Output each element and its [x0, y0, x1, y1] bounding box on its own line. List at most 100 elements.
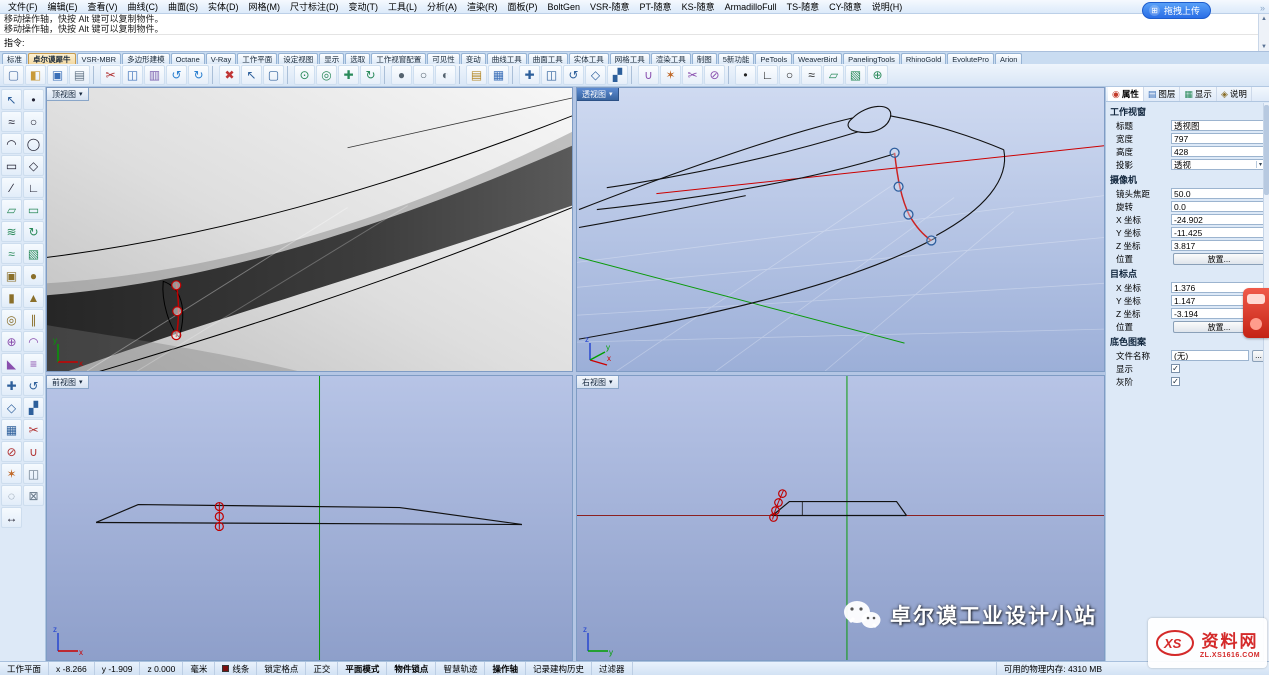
- cplane-button[interactable]: 工作平面: [0, 662, 49, 675]
- menu-item-15[interactable]: PT-随意: [635, 0, 677, 13]
- ribbon-tab-22[interactable]: PanelingTools: [843, 53, 900, 64]
- wallpaper-filename-field[interactable]: (无): [1171, 350, 1249, 361]
- units-indicator[interactable]: 毫米: [183, 662, 215, 675]
- scale-tool-icon[interactable]: ◇: [1, 397, 22, 418]
- redo-icon[interactable]: ↻: [188, 65, 209, 85]
- dimension-tool-icon[interactable]: ↔: [1, 507, 22, 528]
- planar-toggle[interactable]: 平面模式: [338, 662, 387, 675]
- array-tool-icon[interactable]: ▦: [1, 419, 22, 440]
- menu-item-16[interactable]: KS-随意: [677, 0, 720, 13]
- osnap-toggle[interactable]: 物件锁点: [387, 662, 436, 675]
- cut-icon[interactable]: ✂: [100, 65, 121, 85]
- camera-y-field[interactable]: -11.425: [1171, 227, 1265, 238]
- ribbon-tab-13[interactable]: 曲线工具: [487, 53, 527, 64]
- sphere-tool-icon[interactable]: ●: [23, 265, 44, 286]
- ribbon-tab-20[interactable]: PeTools: [755, 53, 792, 64]
- panel-scrollbar[interactable]: [1263, 103, 1269, 661]
- move-tool-icon[interactable]: ✚: [1, 375, 22, 396]
- ribbon-tab-8[interactable]: 显示: [319, 53, 344, 64]
- projection-select[interactable]: 透视▾: [1171, 159, 1265, 170]
- smarttrack-toggle[interactable]: 智慧轨迹: [436, 662, 485, 675]
- revolve-tool-icon[interactable]: ↻: [23, 221, 44, 242]
- ribbon-tab-16[interactable]: 网格工具: [610, 53, 650, 64]
- menu-item-7[interactable]: 尺寸标注(D): [285, 0, 344, 13]
- loft-tool-icon[interactable]: ≋: [1, 221, 22, 242]
- rotate-object-icon[interactable]: ↺: [563, 65, 584, 85]
- grid-snap-toggle[interactable]: 锁定格点: [257, 662, 306, 675]
- boolean-tool-icon[interactable]: ⊕: [1, 331, 22, 352]
- offset-tool-icon[interactable]: ≡: [23, 353, 44, 374]
- menu-item-9[interactable]: 工具(L): [383, 0, 422, 13]
- select-objects-icon[interactable]: ↖: [241, 65, 262, 85]
- shaded-display-icon[interactable]: ●: [391, 65, 412, 85]
- torus-tool-icon[interactable]: ◎: [1, 309, 22, 330]
- plane-tool-icon[interactable]: ▭: [23, 199, 44, 220]
- filter-toggle[interactable]: 过滤器: [592, 662, 633, 675]
- ribbon-tab-4[interactable]: Octane: [171, 53, 205, 64]
- menu-item-4[interactable]: 曲面(S): [163, 0, 203, 13]
- paste-icon[interactable]: ▥: [144, 65, 165, 85]
- pipe-tool-icon[interactable]: ∥: [23, 309, 44, 330]
- viewport-canvas-front[interactable]: [47, 376, 572, 660]
- extrude-tool-icon[interactable]: ▧: [23, 243, 44, 264]
- mirror-tool-icon[interactable]: ▞: [23, 397, 44, 418]
- zoom-extents-icon[interactable]: ⊙: [294, 65, 315, 85]
- menu-overflow-icon[interactable]: »: [1260, 3, 1265, 13]
- ribbon-tab-3[interactable]: 多边形建模: [122, 53, 170, 64]
- ribbon-tab-25[interactable]: Arion: [995, 53, 1023, 64]
- extrude-tool-icon[interactable]: ▧: [845, 65, 866, 85]
- viewport-right[interactable]: 右视图 ▾ z y: [576, 375, 1105, 661]
- box-tool-icon[interactable]: ▣: [1, 265, 22, 286]
- properties-panel-icon[interactable]: ▦: [488, 65, 509, 85]
- memory-indicator[interactable]: 可用的物理内存: 4310 MB: [996, 662, 1109, 675]
- viewport-perspective[interactable]: 透视图 ▾ z x y: [576, 87, 1105, 372]
- ribbon-tab-11[interactable]: 可见性: [427, 53, 460, 64]
- ribbon-tab-9[interactable]: 选取: [345, 53, 370, 64]
- viewport-splitter-horizontal[interactable]: [46, 372, 1105, 375]
- lock-tool-icon[interactable]: ⊠: [23, 485, 44, 506]
- viewport-top[interactable]: 顶视图 ▾ y x: [46, 87, 573, 372]
- lens-length-field[interactable]: 50.0: [1171, 188, 1265, 199]
- rotate-view-icon[interactable]: ↻: [360, 65, 381, 85]
- control-point[interactable]: [173, 307, 182, 316]
- wireframe-display-icon[interactable]: ○: [413, 65, 434, 85]
- command-prompt[interactable]: 指令:: [0, 34, 1269, 51]
- menu-item-11[interactable]: 渲染(R): [462, 0, 503, 13]
- menu-item-17[interactable]: ArmadilloFull: [720, 0, 782, 13]
- ribbon-tab-21[interactable]: WeaverBird: [793, 53, 842, 64]
- viewport-title-field[interactable]: 透视图: [1171, 120, 1265, 131]
- surface-tool-icon[interactable]: ▱: [823, 65, 844, 85]
- explode-icon[interactable]: ✶: [660, 65, 681, 85]
- ribbon-tab-7[interactable]: 设定视图: [278, 53, 318, 64]
- viewport-height-field[interactable]: 428: [1171, 146, 1265, 157]
- ribbon-tab-23[interactable]: RhinoGold: [901, 53, 946, 64]
- trim-tool-icon[interactable]: ✂: [23, 419, 44, 440]
- control-point[interactable]: [172, 281, 181, 290]
- menu-item-18[interactable]: TS-随意: [782, 0, 825, 13]
- ribbon-tab-24[interactable]: EvolutePro: [947, 53, 994, 64]
- menu-item-13[interactable]: BoltGen: [543, 0, 586, 13]
- tab-properties[interactable]: ◉属性: [1108, 87, 1144, 101]
- menu-item-1[interactable]: 编辑(E): [43, 0, 83, 13]
- mirror-object-icon[interactable]: ▞: [607, 65, 628, 85]
- scroll-up-icon[interactable]: ▲: [1261, 14, 1267, 23]
- rotate-tool-icon[interactable]: ↺: [23, 375, 44, 396]
- group-tool-icon[interactable]: ◫: [23, 463, 44, 484]
- menu-item-0[interactable]: 文件(F): [3, 0, 43, 13]
- join-icon[interactable]: ∪: [638, 65, 659, 85]
- z-coordinate[interactable]: z 0.000: [140, 662, 183, 675]
- viewport-width-field[interactable]: 797: [1171, 133, 1265, 144]
- rectangle-tool-icon[interactable]: ▭: [1, 155, 22, 176]
- menu-item-20[interactable]: 说明(H): [867, 0, 908, 13]
- cone-tool-icon[interactable]: ▲: [23, 287, 44, 308]
- point-tool-icon[interactable]: •: [735, 65, 756, 85]
- viewport-title-right[interactable]: 右视图 ▾: [577, 376, 619, 389]
- cylinder-tool-icon[interactable]: ▮: [1, 287, 22, 308]
- menu-item-12[interactable]: 面板(P): [503, 0, 543, 13]
- viewport-canvas-perspective[interactable]: [577, 88, 1104, 371]
- new-file-icon[interactable]: ▢: [3, 65, 24, 85]
- menu-item-2[interactable]: 查看(V): [83, 0, 123, 13]
- save-icon[interactable]: ▣: [47, 65, 68, 85]
- boolean-union-icon[interactable]: ⊕: [867, 65, 888, 85]
- ribbon-tab-6[interactable]: 工作平面: [237, 53, 277, 64]
